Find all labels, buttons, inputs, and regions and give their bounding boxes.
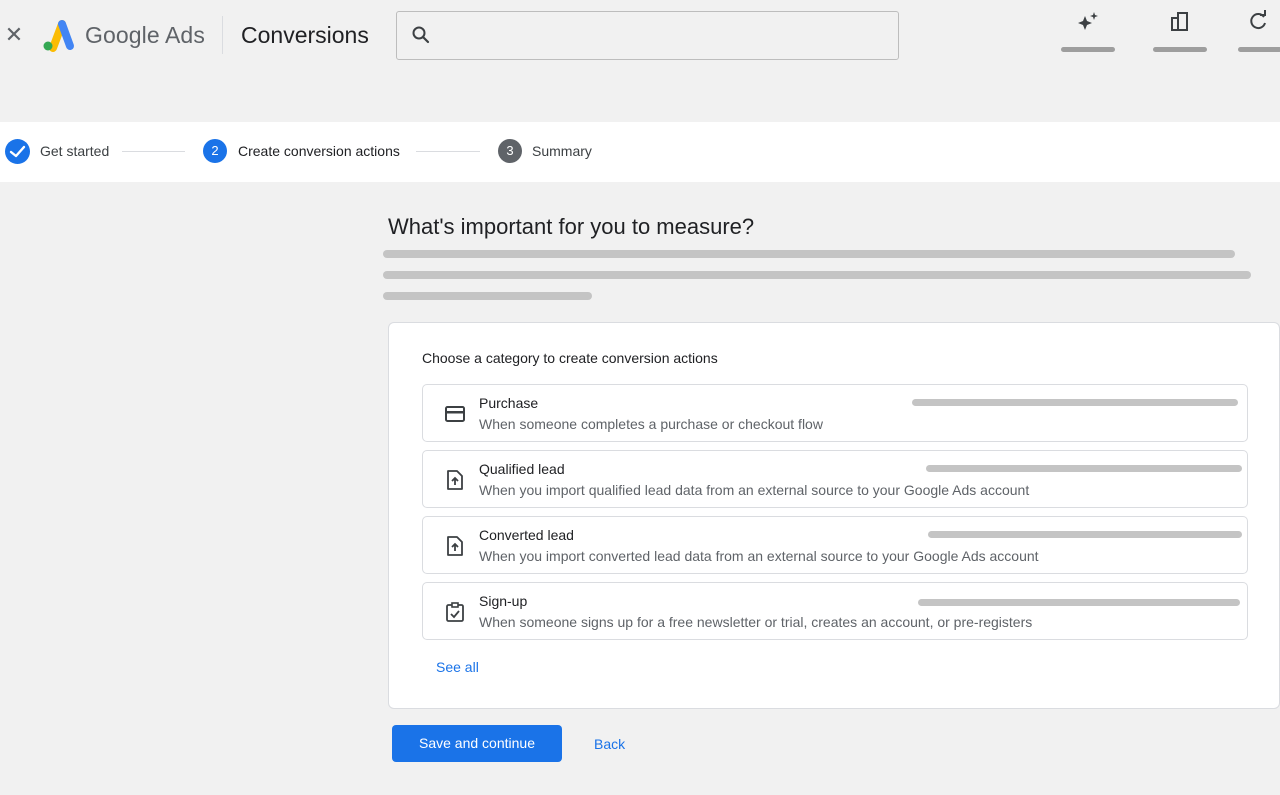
checklist-icon	[446, 602, 464, 622]
tool-button-reports[interactable]	[1150, 8, 1210, 52]
progress-stepper: Get started 2 Create conversion actions …	[0, 122, 1280, 182]
option-title: Sign-up	[479, 593, 528, 609]
step-create-actions-label: Create conversion actions	[238, 143, 400, 159]
tool-label-placeholder	[1061, 47, 1115, 52]
save-and-continue-button[interactable]: Save and continue	[392, 725, 562, 762]
refresh-icon	[1250, 10, 1266, 30]
check-circle-icon	[5, 139, 30, 164]
step-number-2: 2	[203, 139, 227, 163]
close-icon[interactable]: ✕	[4, 24, 24, 46]
section-heading: What's important for you to measure?	[388, 214, 755, 239]
option-description: When you import qualified lead data from…	[479, 482, 1030, 498]
text-placeholder-line	[912, 399, 1238, 406]
category-card: Choose a category to create conversion a…	[388, 322, 1280, 709]
option-title: Purchase	[479, 395, 539, 411]
option-converted-lead[interactable]: Converted lead When you import converted…	[422, 516, 1248, 574]
reports-icon	[1171, 12, 1188, 31]
file-upload-icon	[447, 536, 463, 556]
tool-label-placeholder	[1153, 47, 1207, 52]
option-description: When someone signs up for a free newslet…	[479, 614, 1033, 630]
step-number-3: 3	[498, 139, 522, 163]
option-description: When someone completes a purchase or che…	[479, 416, 823, 432]
option-title: Converted lead	[479, 527, 574, 543]
option-title: Qualified lead	[479, 461, 565, 477]
option-qualified-lead[interactable]: Qualified lead When you import qualified…	[422, 450, 1248, 508]
see-all-link[interactable]: See all	[436, 659, 479, 675]
search-icon	[412, 26, 430, 44]
back-button[interactable]: Back	[594, 736, 625, 752]
header-divider	[222, 16, 223, 54]
card-title: Choose a category to create conversion a…	[422, 350, 718, 366]
step-connector	[122, 151, 185, 152]
option-description: When you import converted lead data from…	[479, 548, 1039, 564]
text-placeholder-line	[926, 465, 1242, 472]
brand-name: Google Ads	[85, 22, 205, 48]
option-sign-up[interactable]: Sign-up When someone signs up for a free…	[422, 582, 1248, 640]
option-purchase[interactable]: Purchase When someone completes a purcha…	[422, 384, 1248, 442]
credit-card-icon	[445, 406, 465, 422]
google-ads-logo	[40, 18, 76, 52]
tool-button-sparkle[interactable]	[1058, 8, 1118, 52]
text-placeholder-line	[383, 292, 592, 300]
step-get-started-label: Get started	[40, 143, 110, 159]
text-placeholder-line	[928, 531, 1242, 538]
text-placeholder-line	[383, 250, 1235, 258]
sparkle-icon	[1078, 12, 1098, 30]
tool-button-refresh[interactable]	[1236, 8, 1280, 52]
text-placeholder-line	[383, 271, 1251, 279]
page-title: Conversions	[241, 22, 369, 48]
top-bar: ✕ Google Ads Conversions	[0, 0, 1280, 122]
step-connector	[416, 151, 480, 152]
step-summary-label: Summary	[532, 143, 592, 159]
tool-label-placeholder	[1238, 47, 1280, 52]
file-upload-icon	[447, 470, 463, 490]
search-input[interactable]	[396, 11, 899, 60]
text-placeholder-line	[918, 599, 1240, 606]
